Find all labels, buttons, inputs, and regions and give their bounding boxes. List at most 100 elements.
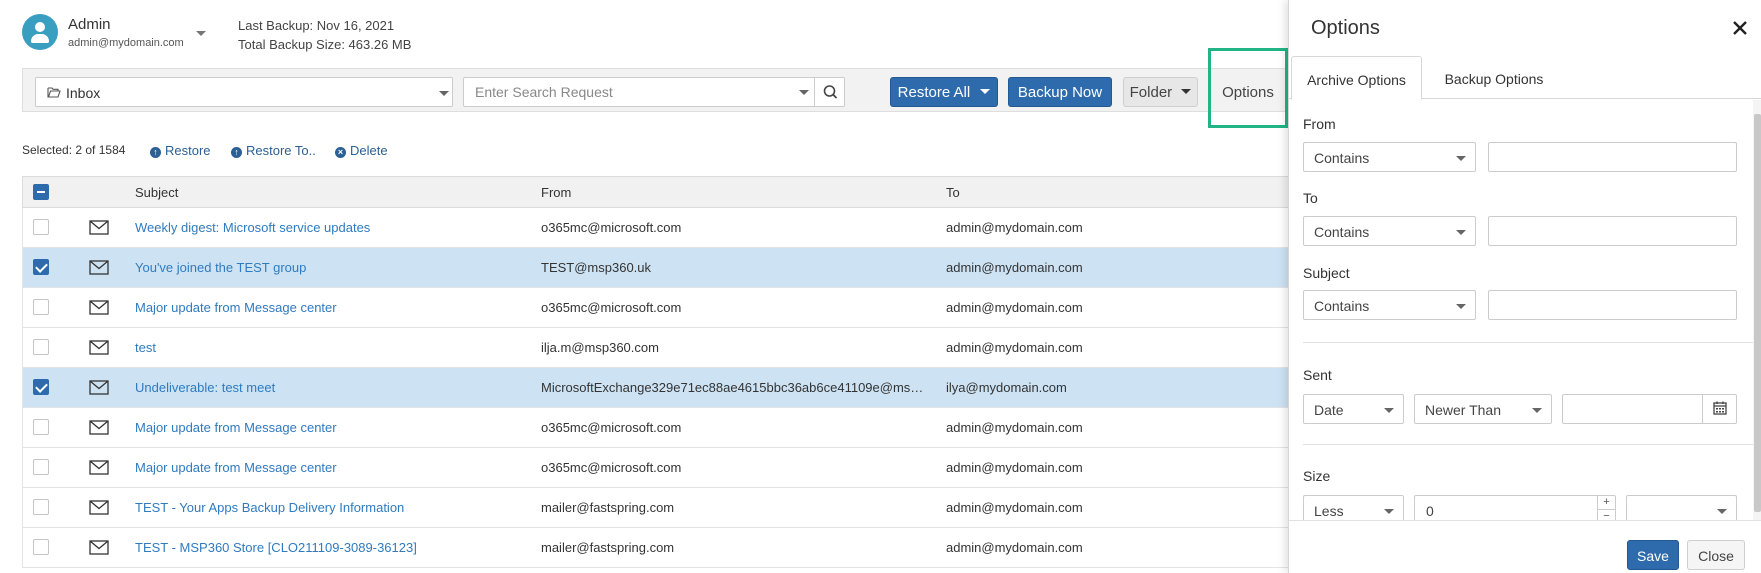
options-form: From Contains To Contains Subject Contai… xyxy=(1289,100,1761,520)
restore-all-button[interactable]: Restore All xyxy=(890,77,998,107)
row-checkbox[interactable] xyxy=(33,419,49,435)
row-to: ilya@mydomain.com xyxy=(946,380,1067,395)
row-checkbox[interactable] xyxy=(33,379,49,395)
from-filter-label: From xyxy=(1303,116,1336,132)
folder-select[interactable]: Inbox xyxy=(35,77,453,107)
sent-type-select[interactable]: Date xyxy=(1303,394,1404,424)
restore-icon: ↑ xyxy=(150,147,161,158)
row-from: mailer@fastspring.com xyxy=(541,540,675,555)
select-all-checkbox[interactable] xyxy=(33,184,49,200)
row-checkbox[interactable] xyxy=(33,539,49,555)
options-footer: Save Close xyxy=(1289,520,1761,573)
size-unit-select[interactable] xyxy=(1626,495,1737,520)
table-row[interactable]: TEST - MSP360 Store [CLO211109-3089-3612… xyxy=(22,528,1292,568)
table-row[interactable]: Weekly digest: Microsoft service updates… xyxy=(22,208,1292,248)
size-condition-select[interactable]: Less xyxy=(1303,495,1404,520)
column-header-subject[interactable]: Subject xyxy=(135,185,178,200)
backup-info: Last Backup: Nov 16, 2021 Total Backup S… xyxy=(238,16,411,54)
row-from: o365mc@microsoft.com xyxy=(541,220,682,235)
search-icon xyxy=(823,85,838,99)
size-decrement-button[interactable]: − xyxy=(1597,510,1615,520)
calendar-button[interactable] xyxy=(1702,395,1736,423)
sent-condition-select[interactable]: Newer Than xyxy=(1414,394,1552,424)
row-checkbox[interactable] xyxy=(33,259,49,275)
last-backup-text: Last Backup: Nov 16, 2021 xyxy=(238,18,395,33)
save-button[interactable]: Save xyxy=(1627,540,1679,570)
search-button[interactable] xyxy=(814,78,845,106)
user-menu-caret-icon[interactable] xyxy=(196,31,206,36)
chevron-down-icon xyxy=(1384,408,1394,413)
envelope-icon xyxy=(89,460,109,475)
envelope-icon xyxy=(89,300,109,315)
size-increment-button[interactable]: + xyxy=(1597,496,1615,510)
user-email: admin@mydomain.com xyxy=(68,37,184,49)
row-subject[interactable]: You've joined the TEST group xyxy=(135,260,306,275)
column-header-from[interactable]: From xyxy=(541,185,571,200)
folder-button[interactable]: Folder xyxy=(1123,77,1198,107)
table-row[interactable]: test ilja.m@msp360.com admin@mydomain.com xyxy=(22,328,1292,368)
row-checkbox[interactable] xyxy=(33,459,49,475)
envelope-icon xyxy=(89,260,109,275)
to-filter-input[interactable] xyxy=(1488,216,1737,246)
row-subject[interactable]: Weekly digest: Microsoft service updates xyxy=(135,220,370,235)
close-button[interactable]: Close xyxy=(1687,540,1745,570)
sent-filter-label: Sent xyxy=(1303,367,1332,383)
restore-to-link[interactable]: ↑ Restore To.. xyxy=(231,143,316,158)
row-subject[interactable]: Major update from Message center xyxy=(135,300,337,315)
row-subject[interactable]: Major update from Message center xyxy=(135,460,337,475)
table-row[interactable]: Undeliverable: test meet MicrosoftExchang… xyxy=(22,368,1292,408)
row-from: ilja.m@msp360.com xyxy=(541,340,659,355)
table-row[interactable]: You've joined the TEST group TEST@msp360.… xyxy=(22,248,1292,288)
search-input[interactable] xyxy=(464,78,804,106)
envelope-icon xyxy=(89,220,109,235)
table-row[interactable]: TEST - Your Apps Backup Delivery Informa… xyxy=(22,488,1292,528)
restore-link-label: Restore xyxy=(165,143,211,158)
row-checkbox[interactable] xyxy=(33,219,49,235)
table-row[interactable]: Major update from Message center o365mc@m… xyxy=(22,288,1292,328)
search-dropdown-caret-icon[interactable] xyxy=(799,90,809,95)
row-subject[interactable]: test xyxy=(135,340,156,355)
column-header-to[interactable]: To xyxy=(946,185,960,200)
subject-filter-input[interactable] xyxy=(1488,290,1737,320)
restore-link[interactable]: ↑ Restore xyxy=(150,143,211,158)
close-icon xyxy=(1733,21,1747,35)
user-name: Admin xyxy=(68,16,111,33)
chevron-down-icon xyxy=(1384,509,1394,514)
size-value: 0 xyxy=(1426,503,1434,519)
table-row[interactable]: Major update from Message center o365mc@m… xyxy=(22,448,1292,488)
subject-condition-select[interactable]: Contains xyxy=(1303,290,1476,320)
restore-to-icon: ↑ xyxy=(231,147,242,158)
table-row[interactable]: Major update from Message center o365mc@m… xyxy=(22,408,1292,448)
panel-close-button[interactable] xyxy=(1726,14,1754,42)
from-filter-input[interactable] xyxy=(1488,142,1737,172)
row-to: admin@mydomain.com xyxy=(946,420,1083,435)
backup-now-button[interactable]: Backup Now xyxy=(1008,77,1112,107)
sent-date-input[interactable] xyxy=(1562,394,1737,424)
toolbar: Inbox Restore All Backup Now Folder xyxy=(22,68,1292,112)
options-scrollbar[interactable] xyxy=(1753,100,1761,520)
options-tabs: Archive Options Backup Options xyxy=(1289,56,1761,100)
tab-archive-options[interactable]: Archive Options xyxy=(1291,56,1422,100)
avatar[interactable] xyxy=(22,14,58,50)
row-from: TEST@msp360.uk xyxy=(541,260,652,275)
row-checkbox[interactable] xyxy=(33,499,49,515)
envelope-icon xyxy=(89,380,109,395)
from-condition-select[interactable]: Contains xyxy=(1303,142,1476,172)
row-checkbox[interactable] xyxy=(33,299,49,315)
row-subject[interactable]: TEST - MSP360 Store [CLO211109-3089-3612… xyxy=(135,540,417,555)
selection-count: Selected: 2 of 1584 xyxy=(22,143,126,157)
size-value-input[interactable]: 0 + − xyxy=(1414,495,1616,520)
to-condition-select[interactable]: Contains xyxy=(1303,216,1476,246)
row-checkbox[interactable] xyxy=(33,339,49,355)
tab-backup-options[interactable]: Backup Options xyxy=(1429,56,1559,99)
avatar-head-shape xyxy=(35,22,45,32)
options-highlight-box xyxy=(1208,48,1288,128)
options-panel: Options Archive Options Backup Options F… xyxy=(1288,0,1761,573)
row-subject[interactable]: Undeliverable: test meet xyxy=(135,380,275,395)
row-subject[interactable]: Major update from Message center xyxy=(135,420,337,435)
delete-link[interactable]: × Delete xyxy=(335,143,388,158)
chevron-down-icon xyxy=(1717,509,1727,514)
total-backup-size-text: Total Backup Size: 463.26 MB xyxy=(238,37,412,52)
options-scrollbar-thumb[interactable] xyxy=(1754,114,1761,512)
row-subject[interactable]: TEST - Your Apps Backup Delivery Informa… xyxy=(135,500,404,515)
